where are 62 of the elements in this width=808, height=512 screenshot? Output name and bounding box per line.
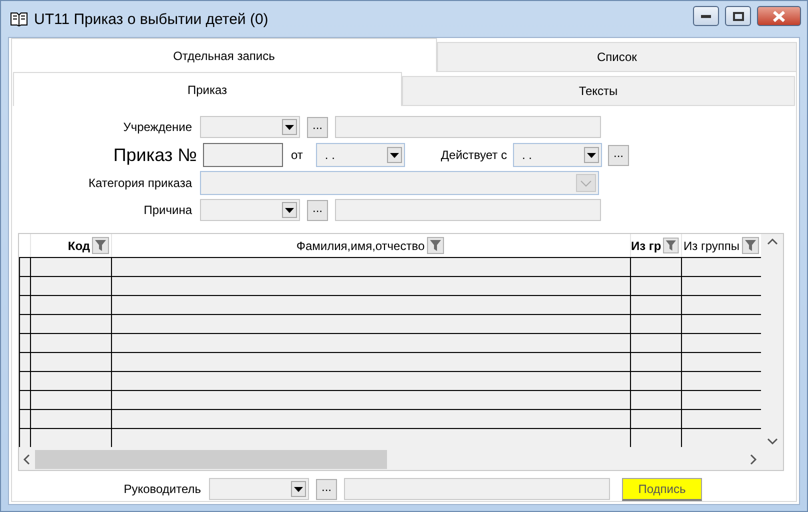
caret-icon — [285, 208, 294, 212]
field-label: Причина — [142, 203, 193, 217]
column-title: Фамилия,имя,отчество — [296, 238, 425, 252]
filter-icon[interactable] — [663, 237, 679, 254]
field-label: Учреждение — [122, 120, 193, 134]
minimize-button[interactable] — [693, 6, 719, 26]
table-cell — [630, 428, 681, 447]
table-cell — [630, 257, 681, 276]
filter-icon[interactable] — [426, 237, 444, 254]
window-title: UT11 Приказ о выбытии детей (0) — [34, 10, 270, 28]
input-field[interactable] — [335, 199, 601, 221]
dropdown-field[interactable] — [209, 478, 309, 500]
field-label: от — [291, 148, 303, 162]
table-cell — [630, 314, 681, 333]
caret-icon — [285, 124, 294, 130]
tab[interactable]: Отдельная запись — [11, 38, 437, 72]
dropdown-field[interactable] — [200, 199, 300, 221]
maximize-button[interactable] — [725, 6, 751, 26]
tab[interactable]: Приказ — [13, 72, 402, 106]
filter-icon[interactable] — [92, 237, 109, 254]
chevron-up-icon[interactable] — [766, 238, 778, 245]
dropdown-field[interactable]: . . — [316, 143, 405, 167]
column-title: Из группы — [684, 238, 740, 252]
chevron-right-icon[interactable] — [750, 454, 757, 465]
field-label: Приказ № — [112, 144, 198, 166]
field-label: Категория приказа — [87, 176, 193, 190]
close-icon — [773, 10, 785, 22]
table-cell — [630, 333, 681, 352]
field-label: Руководитель — [122, 482, 202, 496]
filter-icon[interactable] — [742, 237, 758, 254]
book-icon — [10, 11, 28, 27]
column-title: Код — [68, 238, 90, 252]
chevron-down-icon — [576, 174, 596, 192]
table-cell — [630, 371, 681, 390]
table-cell — [630, 295, 681, 314]
table-cell — [630, 390, 681, 409]
tab[interactable]: Тексты — [402, 76, 795, 106]
table-cell — [630, 276, 681, 295]
scrollbar-thumb[interactable] — [35, 450, 387, 469]
close-button[interactable] — [757, 6, 801, 26]
sign-button[interactable]: Подпись — [622, 478, 702, 500]
browse-button[interactable]: ... — [307, 116, 328, 138]
browse-button[interactable]: ... — [608, 144, 629, 166]
dropdown-field[interactable] — [200, 116, 300, 138]
input-field[interactable] — [344, 478, 610, 500]
dropdown-field[interactable]: . . — [513, 143, 602, 167]
minimize-icon — [701, 14, 711, 18]
table-cell — [630, 352, 681, 371]
input-field[interactable] — [203, 143, 283, 167]
chevron-down-icon[interactable] — [766, 438, 778, 445]
field-label: Действует с — [440, 148, 507, 162]
tab[interactable]: Список — [436, 42, 797, 72]
caret-icon — [294, 486, 303, 492]
browse-button[interactable]: ... — [307, 200, 328, 220]
column-title: Из гр — [631, 238, 662, 252]
chevron-left-icon[interactable] — [23, 454, 30, 465]
caret-icon — [587, 152, 596, 158]
caret-icon — [390, 152, 399, 158]
table-cell — [630, 409, 681, 428]
input-field[interactable] — [335, 116, 601, 138]
browse-button[interactable]: ... — [316, 478, 337, 500]
maximize-icon — [732, 12, 744, 20]
